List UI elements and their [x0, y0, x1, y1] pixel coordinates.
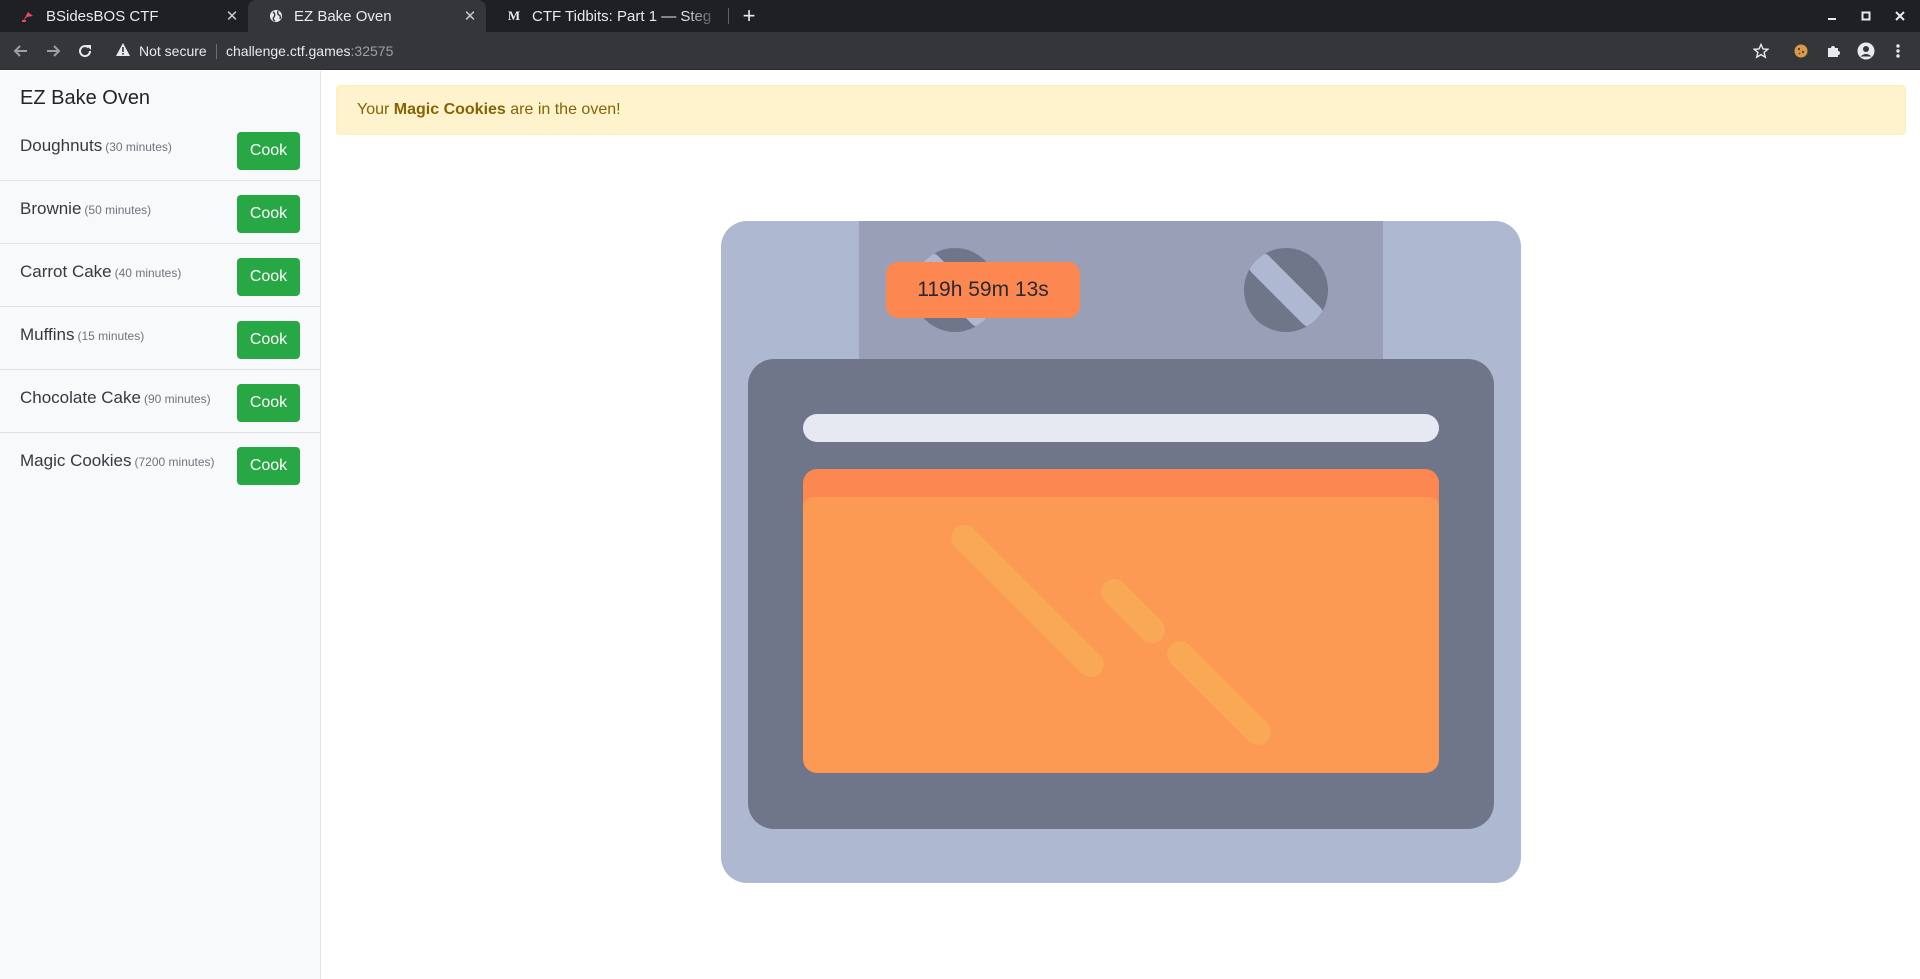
security-indicator[interactable]: Not secure	[116, 32, 207, 70]
recipe-list: Doughnuts (30 minutes) Cook Brownie (50 mi…	[0, 118, 320, 496]
tab-bsidesbos-ctf[interactable]: BSidesBOS CTF ✕	[0, 0, 248, 32]
tab-label: BSidesBOS CTF	[46, 7, 159, 25]
cook-magic-cookies-button[interactable]: Cook	[237, 447, 300, 485]
forward-arrow-icon[interactable]	[40, 38, 66, 64]
maximize-icon[interactable]	[1849, 0, 1883, 32]
recipe-minutes: (90 minutes)	[143, 392, 211, 406]
globe-icon	[268, 8, 284, 24]
recipe-item-doughnuts: Doughnuts (30 minutes) Cook	[0, 118, 320, 181]
recipe-name: Muffins (15 minutes)	[20, 325, 145, 344]
alert-suffix: are in the oven!	[505, 101, 621, 118]
oven-knob-right	[1244, 248, 1328, 332]
recipe-minutes: (40 minutes)	[114, 266, 182, 280]
oven-timer-display: 119h 59m 13s	[886, 262, 1080, 318]
cook-chocolate-cake-button[interactable]: Cook	[237, 384, 300, 422]
warning-triangle-icon	[116, 43, 130, 59]
recipe-item-chocolate-cake: Chocolate Cake (90 minutes) Cook	[0, 370, 320, 433]
recipe-minutes: (30 minutes)	[105, 140, 172, 154]
glass-reflection	[945, 519, 1110, 683]
reload-icon[interactable]	[72, 38, 98, 64]
close-tab-icon[interactable]: ✕	[460, 7, 480, 25]
medium-m-icon: M	[507, 8, 521, 23]
recipe-name: Magic Cookies (7200 minutes)	[20, 451, 215, 470]
cookie-extension-icon[interactable]	[1789, 39, 1813, 63]
alert-prefix: Your	[357, 101, 394, 118]
recipe-minutes: (15 minutes)	[77, 329, 145, 343]
recipe-minutes: (7200 minutes)	[134, 455, 215, 469]
recipe-item-magic-cookies: Magic Cookies (7200 minutes) Cook	[0, 433, 320, 496]
tab-separator	[728, 8, 729, 24]
recipe-item-carrot-cake: Carrot Cake (40 minutes) Cook	[0, 244, 320, 307]
minimize-icon[interactable]	[1815, 0, 1849, 32]
profile-icon[interactable]	[1854, 39, 1878, 63]
cook-carrot-cake-button[interactable]: Cook	[237, 258, 300, 296]
tab-ctf-tidbits[interactable]: M CTF Tidbits: Part 1 — Steg	[486, 0, 722, 32]
oven-window	[803, 469, 1439, 773]
recipe-name: Chocolate Cake (90 minutes)	[20, 388, 211, 407]
close-tab-icon[interactable]: ✕	[222, 7, 242, 25]
oven-door-handle	[803, 414, 1439, 442]
not-secure-label: Not secure	[139, 43, 207, 59]
close-window-icon[interactable]	[1883, 0, 1917, 32]
recipe-item-brownie: Brownie (50 minutes) Cook	[0, 181, 320, 244]
browser-toolbar: Not secure challenge.ctf.games:32575	[0, 32, 1920, 70]
url-host: challenge.ctf.games	[226, 43, 351, 59]
cook-muffins-button[interactable]: Cook	[237, 321, 300, 359]
star-bookmark-icon[interactable]	[1749, 39, 1773, 63]
oven-door	[748, 359, 1494, 829]
oven-glass	[803, 497, 1439, 773]
alert-item: Magic Cookies	[393, 101, 506, 118]
tab-label: CTF Tidbits: Part 1 — Steg	[532, 7, 712, 25]
address-bar[interactable]: challenge.ctf.games:32575	[226, 32, 393, 70]
recipe-item-muffins: Muffins (15 minutes) Cook	[0, 307, 320, 370]
url-port: :32575	[350, 43, 394, 59]
tab-label: EZ Bake Oven	[294, 7, 392, 25]
ctf-flag-icon	[20, 8, 36, 24]
puzzle-extensions-icon[interactable]	[1821, 39, 1845, 63]
recipe-name: Brownie (50 minutes)	[20, 199, 152, 218]
status-alert: Your Magic Cookies are in the oven!	[336, 85, 1906, 135]
back-arrow-icon[interactable]	[8, 38, 34, 64]
kebab-menu-icon[interactable]	[1886, 39, 1910, 63]
url-separator	[216, 44, 217, 59]
app-brand[interactable]: EZ Bake Oven	[20, 87, 150, 110]
browser-tab-bar: BSidesBOS CTF ✕ EZ Bake Oven ✕ M CTF Tid…	[0, 0, 1920, 32]
glass-reflection	[1161, 635, 1277, 751]
recipe-minutes: (50 minutes)	[84, 203, 152, 217]
cook-doughnuts-button[interactable]: Cook	[237, 132, 300, 170]
sidebar: EZ Bake Oven Doughnuts (30 minutes) Cook …	[0, 71, 321, 979]
cook-brownie-button[interactable]: Cook	[237, 195, 300, 233]
plus-icon[interactable]: +	[736, 0, 762, 32]
recipe-name: Carrot Cake (40 minutes)	[20, 262, 182, 281]
oven-illustration	[721, 221, 1521, 883]
tab-ez-bake-oven[interactable]: EZ Bake Oven ✕	[248, 0, 486, 32]
recipe-name: Doughnuts (30 minutes)	[20, 136, 172, 155]
glass-reflection	[1095, 573, 1171, 649]
